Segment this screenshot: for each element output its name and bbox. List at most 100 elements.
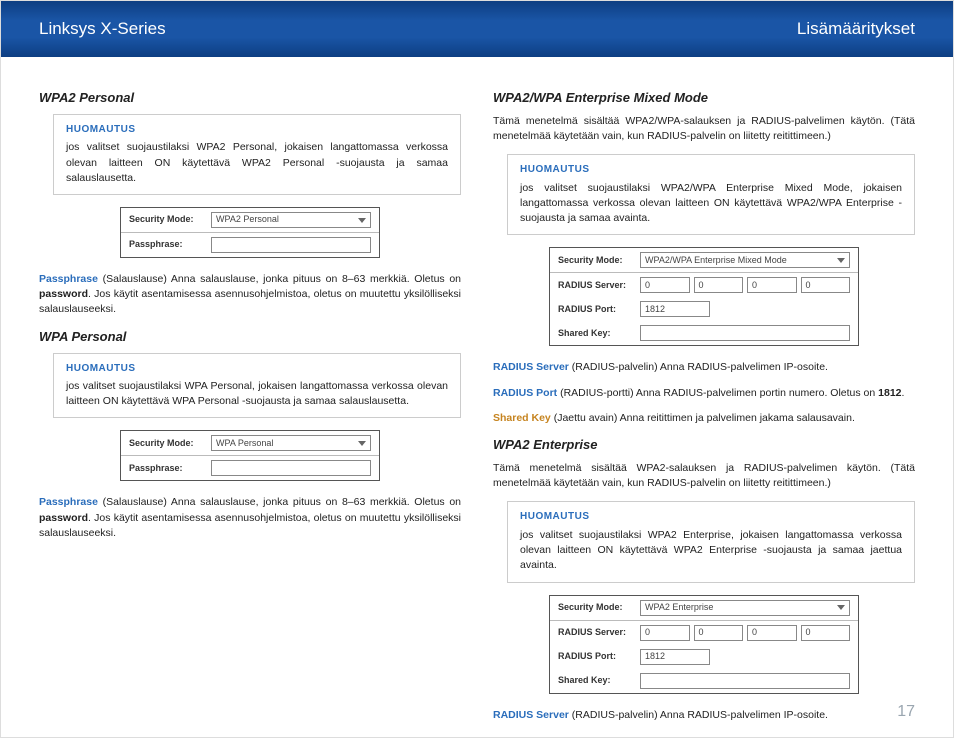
para-passphrase-wpap: Passphrase (Salauslause) Anna salauslaus… — [39, 495, 461, 541]
input-passphrase[interactable] — [211, 460, 371, 476]
para-passphrase-wpa2p: Passphrase (Salauslause) Anna salauslaus… — [39, 272, 461, 318]
term-port-default: 1812 — [878, 387, 901, 399]
label-security-mode: Security Mode: — [558, 254, 630, 267]
input-ip-octet[interactable]: 0 — [801, 277, 851, 293]
term-password: password — [39, 288, 88, 300]
dropdown-security-mode[interactable]: WPA2/WPA Enterprise Mixed Mode — [640, 252, 850, 268]
ip-group: 0 0 0 0 — [640, 277, 850, 293]
right-column: WPA2/WPA Enterprise Mixed Mode Tämä mene… — [493, 83, 915, 695]
input-shared-key[interactable] — [640, 325, 850, 341]
input-ip-octet[interactable]: 0 — [747, 625, 797, 641]
document-page: Linksys X-Series Lisämääritykset WPA2 Pe… — [0, 0, 954, 738]
config-row-passphrase: Passphrase: — [121, 232, 379, 257]
note-box-mixed: HUOMAUTUS jos valitset suojaustilaksi WP… — [507, 154, 915, 235]
input-passphrase[interactable] — [211, 237, 371, 253]
term-passphrase: Passphrase — [39, 273, 98, 285]
heading-mixed-mode: WPA2/WPA Enterprise Mixed Mode — [493, 89, 915, 108]
label-security-mode: Security Mode: — [558, 601, 630, 614]
term-radius-server: RADIUS Server — [493, 361, 569, 373]
intro-mixed: Tämä menetelmä sisältää WPA2/WPA-salauks… — [493, 114, 915, 144]
config-row-shared-key: Shared Key: — [550, 669, 858, 693]
dropdown-value: WPA Personal — [216, 437, 273, 450]
config-table-wpa2p: Security Mode: WPA2 Personal Passphrase: — [120, 207, 380, 258]
input-radius-port[interactable]: 1812 — [640, 649, 710, 665]
config-row-security-mode: Security Mode: WPA2/WPA Enterprise Mixed… — [550, 248, 858, 272]
para-text-c: . — [902, 387, 905, 399]
note-body: jos valitset suojaustilaksi WPA Personal… — [66, 379, 448, 409]
chevron-down-icon — [837, 258, 845, 263]
para-text-b: . Jos käytit asentamisessa asennusohjelm… — [39, 512, 461, 539]
dropdown-value: WPA2/WPA Enterprise Mixed Mode — [645, 254, 787, 267]
input-ip-octet[interactable]: 0 — [694, 625, 744, 641]
note-title: HUOMAUTUS — [520, 510, 902, 525]
config-table-enterprise: Security Mode: WPA2 Enterprise RADIUS Se… — [549, 595, 859, 694]
para-text: (Jaettu avain) Anna reitittimen ja palve… — [554, 412, 855, 424]
heading-wpa-personal: WPA Personal — [39, 328, 461, 347]
note-box-wpap: HUOMAUTUS jos valitset suojaustilaksi WP… — [53, 353, 461, 419]
term-shared-key: Shared Key — [493, 412, 551, 424]
input-ip-octet[interactable]: 0 — [694, 277, 744, 293]
config-row-radius-port: RADIUS Port: 1812 — [550, 645, 858, 669]
config-row-radius-port: RADIUS Port: 1812 — [550, 297, 858, 321]
term-password: password — [39, 512, 88, 524]
chevron-down-icon — [358, 441, 366, 446]
label-security-mode: Security Mode: — [129, 213, 201, 226]
para-shared-key: Shared Key (Jaettu avain) Anna reitittim… — [493, 411, 915, 426]
note-box-enterprise: HUOMAUTUS jos valitset suojaustilaksi WP… — [507, 501, 915, 582]
term-radius-server: RADIUS Server — [493, 709, 569, 721]
config-table-mixed: Security Mode: WPA2/WPA Enterprise Mixed… — [549, 247, 859, 346]
para-radius-server: RADIUS Server (RADIUS-palvelin) Anna RAD… — [493, 360, 915, 375]
note-body: jos valitset suojaustilaksi WPA2 Enterpr… — [520, 528, 902, 574]
label-radius-port: RADIUS Port: — [558, 650, 630, 663]
para-text: (RADIUS-palvelin) Anna RADIUS-palvelimen… — [572, 709, 828, 721]
input-radius-port[interactable]: 1812 — [640, 301, 710, 317]
term-passphrase: Passphrase — [39, 496, 98, 508]
left-column: WPA2 Personal HUOMAUTUS jos valitset suo… — [39, 83, 461, 695]
para-text-a: (Salauslause) Anna salauslause, jonka pi… — [103, 273, 461, 285]
label-shared-key: Shared Key: — [558, 327, 630, 340]
note-title: HUOMAUTUS — [66, 123, 448, 138]
intro-enterprise: Tämä menetelmä sisältää WPA2-salauksen j… — [493, 461, 915, 491]
input-ip-octet[interactable]: 0 — [801, 625, 851, 641]
para-text-a: (Salauslause) Anna salauslause, jonka pi… — [103, 496, 461, 508]
para-text-a: (RADIUS-portti) Anna RADIUS-palvelimen p… — [560, 387, 878, 399]
config-row-radius-server: RADIUS Server: 0 0 0 0 — [550, 620, 858, 645]
ip-group: 0 0 0 0 — [640, 625, 850, 641]
para-text-b: . Jos käytit asentamisessa asennusohjelm… — [39, 288, 461, 315]
note-title: HUOMAUTUS — [520, 163, 902, 178]
config-table-wpap: Security Mode: WPA Personal Passphrase: — [120, 430, 380, 481]
label-radius-port: RADIUS Port: — [558, 303, 630, 316]
content-area: WPA2 Personal HUOMAUTUS jos valitset suo… — [1, 57, 953, 703]
dropdown-security-mode[interactable]: WPA Personal — [211, 435, 371, 451]
config-row-passphrase: Passphrase: — [121, 455, 379, 480]
dropdown-value: WPA2 Personal — [216, 213, 279, 226]
config-row-radius-server: RADIUS Server: 0 0 0 0 — [550, 272, 858, 297]
para-radius-server-ent: RADIUS Server (RADIUS-palvelin) Anna RAD… — [493, 708, 915, 723]
label-passphrase: Passphrase: — [129, 462, 201, 475]
para-text: (RADIUS-palvelin) Anna RADIUS-palvelimen… — [572, 361, 828, 373]
label-security-mode: Security Mode: — [129, 437, 201, 450]
dropdown-value: WPA2 Enterprise — [645, 601, 713, 614]
chevron-down-icon — [837, 605, 845, 610]
para-radius-port: RADIUS Port (RADIUS-portti) Anna RADIUS-… — [493, 386, 915, 401]
heading-wpa2-enterprise: WPA2 Enterprise — [493, 436, 915, 455]
input-ip-octet[interactable]: 0 — [747, 277, 797, 293]
note-body: jos valitset suojaustilaksi WPA2/WPA Ent… — [520, 181, 902, 227]
header-band: Linksys X-Series Lisämääritykset — [1, 1, 953, 57]
term-radius-port: RADIUS Port — [493, 387, 557, 399]
dropdown-security-mode[interactable]: WPA2 Enterprise — [640, 600, 850, 616]
note-body: jos valitset suojaustilaksi WPA2 Persona… — [66, 140, 448, 186]
note-box-wpa2p: HUOMAUTUS jos valitset suojaustilaksi WP… — [53, 114, 461, 195]
chevron-down-icon — [358, 218, 366, 223]
dropdown-security-mode[interactable]: WPA2 Personal — [211, 212, 371, 228]
heading-wpa2-personal: WPA2 Personal — [39, 89, 461, 108]
input-shared-key[interactable] — [640, 673, 850, 689]
label-radius-server: RADIUS Server: — [558, 279, 630, 292]
label-radius-server: RADIUS Server: — [558, 626, 630, 639]
header-left: Linksys X-Series — [39, 17, 166, 42]
config-row-security-mode: Security Mode: WPA2 Personal — [121, 208, 379, 232]
label-passphrase: Passphrase: — [129, 238, 201, 251]
note-title: HUOMAUTUS — [66, 362, 448, 377]
input-ip-octet[interactable]: 0 — [640, 277, 690, 293]
input-ip-octet[interactable]: 0 — [640, 625, 690, 641]
